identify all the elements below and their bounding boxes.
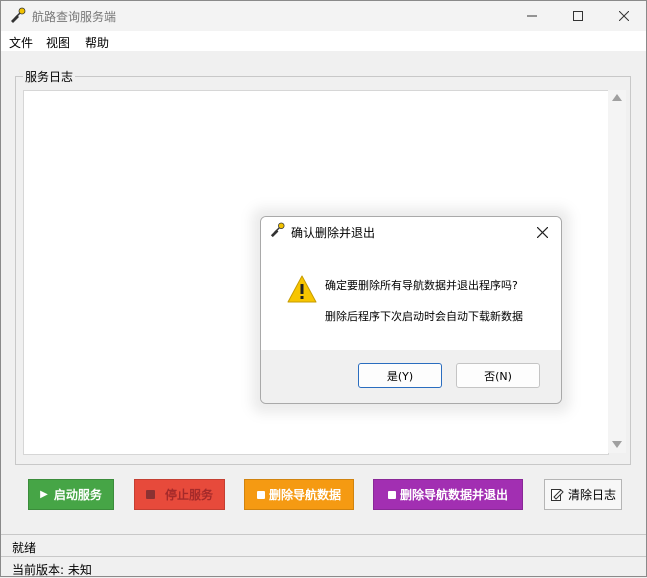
scroll-up-arrow[interactable] bbox=[612, 94, 622, 101]
close-button[interactable] bbox=[601, 1, 647, 31]
dialog-message-line2: 删除后程序下次启动时会自动下载新数据 bbox=[325, 310, 523, 323]
start-service-button[interactable]: ▶ 启动服务 bbox=[28, 479, 114, 510]
status-bar: 就绪 bbox=[1, 534, 646, 556]
close-icon bbox=[619, 11, 629, 21]
trash-icon bbox=[387, 490, 396, 499]
app-icon bbox=[11, 7, 26, 23]
minimize-button[interactable] bbox=[509, 1, 555, 31]
title-bar: 航路查询服务端 bbox=[1, 1, 646, 31]
start-service-label: 启动服务 bbox=[53, 488, 102, 502]
maximize-icon bbox=[573, 11, 583, 21]
menu-file[interactable]: 文件 bbox=[9, 34, 33, 51]
dialog-title: 确认删除并退出 bbox=[291, 226, 376, 240]
delete-nav-data-exit-label: 删除导航数据并退出 bbox=[399, 488, 508, 502]
trash-icon bbox=[256, 490, 265, 499]
delete-nav-data-exit-button[interactable]: 删除导航数据并退出 bbox=[373, 479, 523, 510]
dialog-yes-button[interactable]: 是(Y) bbox=[358, 363, 442, 388]
version-text: 当前版本: 未知 bbox=[12, 563, 92, 577]
warning-icon bbox=[287, 275, 317, 303]
play-icon: ▶ bbox=[40, 489, 48, 500]
menu-help[interactable]: 帮助 bbox=[85, 34, 109, 51]
menu-view[interactable]: 视图 bbox=[46, 34, 70, 51]
dialog-title-bar: 确认删除并退出 bbox=[261, 217, 561, 245]
window-title: 航路查询服务端 bbox=[32, 10, 117, 24]
dialog-close-button[interactable] bbox=[531, 221, 553, 243]
minimize-icon bbox=[527, 15, 537, 17]
log-group-label: 服务日志 bbox=[23, 68, 76, 85]
delete-nav-data-label: 删除导航数据 bbox=[268, 488, 341, 502]
log-scrollbar[interactable] bbox=[608, 90, 626, 453]
version-bar: 当前版本: 未知 bbox=[1, 556, 646, 577]
clear-log-icon bbox=[550, 488, 564, 501]
menu-bar: 文件 视图 帮助 bbox=[1, 31, 646, 51]
stop-icon bbox=[145, 490, 155, 499]
close-icon bbox=[536, 226, 548, 238]
clear-log-label: 清除日志 bbox=[567, 488, 616, 502]
delete-nav-data-button[interactable]: 删除导航数据 bbox=[244, 479, 354, 510]
dialog-footer: 是(Y) 否(N) bbox=[261, 350, 561, 403]
scroll-down-arrow[interactable] bbox=[612, 441, 622, 448]
stop-service-label: 停止服务 bbox=[164, 488, 213, 502]
confirm-dialog: 确认删除并退出 确定要删除所有导航数据并退出程序吗? 删除后程序下次启动时会自动… bbox=[260, 216, 562, 404]
dialog-message-line1: 确定要删除所有导航数据并退出程序吗? bbox=[325, 279, 518, 292]
maximize-button[interactable] bbox=[555, 1, 601, 31]
clear-log-button[interactable]: 清除日志 bbox=[544, 479, 622, 510]
status-text: 就绪 bbox=[12, 541, 37, 555]
stop-service-button[interactable]: 停止服务 bbox=[134, 479, 225, 510]
app-icon bbox=[270, 222, 285, 238]
dialog-no-button[interactable]: 否(N) bbox=[456, 363, 540, 388]
